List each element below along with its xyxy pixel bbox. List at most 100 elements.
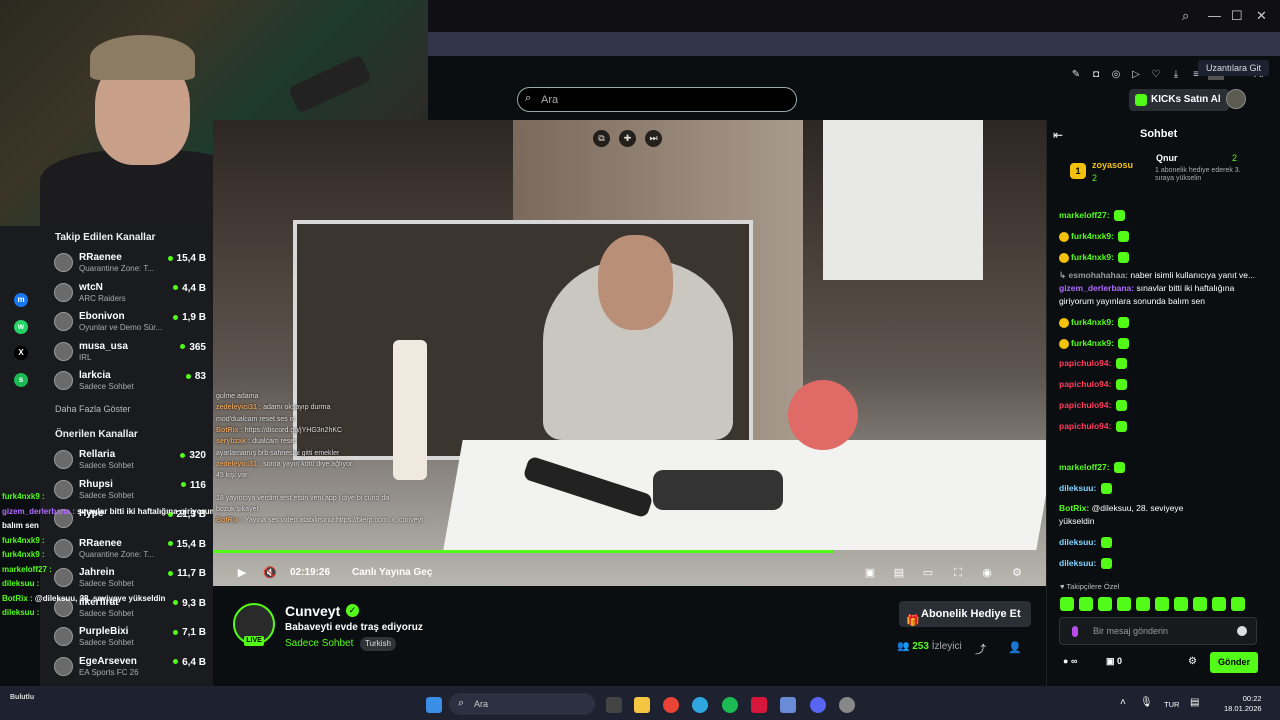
chat-placeholder: Bir mesaj gönderin [1093,626,1169,636]
chat-message: papichulo94: [1059,421,1127,433]
chat-username[interactable]: markeloff27: [1059,462,1110,472]
chat-username[interactable]: ↳ esmohahahaa: [1059,270,1128,280]
search-icon[interactable]: ⌕ [1182,8,1189,24]
chat-username[interactable]: furk4nxk9: [1071,252,1114,262]
progress-bar[interactable] [213,550,833,553]
discord-icon[interactable] [810,697,826,713]
mic-icon[interactable] [1072,626,1078,637]
taskview-icon[interactable] [606,697,622,713]
chat-username[interactable]: papichulo94: [1059,400,1111,410]
social-bar: m w X s [0,226,40,496]
chat-message: BotRix: @dileksuu, 28. seviyeye [1059,503,1183,514]
emote-icon [1118,231,1130,243]
sidebar-channel-ebonivon[interactable]: Ebonivon Oyunlar ve Demo Sür... 1,9 B [54,309,206,337]
spotify-icon[interactable] [722,697,738,713]
tray-chevron-icon[interactable]: ˄ [1120,697,1126,708]
emote-icon [1100,483,1112,495]
sidebar-channel-rellaria[interactable]: Rellaria Sadece Sohbet 320 [54,447,206,475]
messenger-icon[interactable]: m [14,293,28,307]
go-live-button[interactable]: Canlı Yayına Geç [352,567,432,578]
weather-widget[interactable]: Bulutlu [10,694,34,701]
channel-name: Rellaria [79,449,116,460]
chrome-icon[interactable] [663,697,679,713]
emoji-icon[interactable] [1237,626,1247,636]
channel-name: musa_usa [79,340,128,352]
x-icon[interactable]: X [14,346,28,360]
play-icon[interactable]: ▶ [235,566,249,580]
emote-icon [1115,379,1127,391]
channel-name: Ebonivon [79,311,125,322]
gift-sub-button[interactable]: 🎁 Abonelik Hediye Et [899,601,1031,627]
sub-badge-icon [1059,231,1069,242]
chat-username[interactable]: gizem_derlerbana: [1059,283,1134,293]
minimize-button[interactable]: — [1208,8,1221,23]
explorer-icon[interactable] [634,697,650,713]
show-more-link[interactable]: Daha Fazla Göster [55,404,131,414]
clock[interactable]: 00:22 18.01.2026 [1224,694,1262,714]
points-display[interactable]: ● ∞ [1063,656,1077,666]
chat-username[interactable]: furk4nxk9: [1071,317,1114,327]
settings-icon[interactable]: ⚙ [1010,566,1024,580]
fullscreen-icon[interactable]: ⛶ [951,566,965,580]
follow-icon[interactable]: 👤 [1008,641,1022,654]
chat-username[interactable]: markeloff27: [1059,210,1110,220]
followers-only-note: ♥ Takipçilere Özel [1060,582,1120,591]
chat-username[interactable]: papichulo94: [1059,421,1111,431]
close-button[interactable]: ✕ [1256,8,1267,24]
popout-icon[interactable]: ⧉ [593,130,610,147]
edge-icon[interactable] [692,697,708,713]
chat-settings-icon[interactable]: ⚙ [1188,656,1197,667]
quality-icon[interactable]: ◉ [980,566,994,580]
clock-date: 18.01.2026 [1224,704,1262,713]
collapse-chat-icon[interactable]: ⇤ [1053,128,1063,142]
leaderboard-count-2: 2 [1232,153,1238,163]
chat-username[interactable]: furk4nxk9: [1071,231,1114,241]
language-tag[interactable]: Turkish [360,637,396,651]
user-avatar[interactable] [1226,89,1246,109]
chat-username[interactable]: dileksuu: [1059,483,1096,493]
sidebar-channel-rraenee[interactable]: RRaenee Quarantine Zone: T... 15,4 B [54,250,206,278]
kicks-value: 0 [1117,656,1123,666]
send-button[interactable]: Gönder [1210,652,1258,673]
chat-input[interactable]: Bir mesaj gönderin [1059,617,1257,645]
sidebar-channel-wtcn[interactable]: wtcN ARC Raiders 4,4 B [54,280,206,308]
obs-icon[interactable] [839,697,855,713]
skip-icon[interactable]: ⏭ [645,130,662,147]
taskbar-search[interactable]: ⌕ Ara [449,693,595,715]
chat-username[interactable]: dileksuu: [1059,558,1096,568]
kicks-buy-button[interactable]: KICKs Satın Al [1129,89,1229,111]
stream-category[interactable]: Sadece Sohbet [285,638,353,649]
language-indicator[interactable]: TUR [1164,700,1179,709]
chat-username[interactable]: papichulo94: [1059,358,1111,368]
chat-username[interactable]: dileksuu: [1059,537,1096,547]
chat-username[interactable]: papichulo94: [1059,379,1111,389]
emote-icon [1100,537,1112,549]
chat-username[interactable]: BotRix: [1059,503,1089,513]
clip-icon[interactable]: ✚ [619,130,636,147]
chat-message: papichulo94: [1059,379,1127,391]
kicks-display[interactable]: ▣ 0 [1106,656,1122,667]
search-icon: ⌕ [458,697,465,709]
sidebar-channel-musa_usa[interactable]: musa_usa IRL 365 [54,339,206,367]
mic-tray-icon[interactable]: 🎙 [1140,697,1153,708]
sidebar-channel-larkcia[interactable]: larkcia Sadece Sohbet 83 [54,368,206,396]
start-icon[interactable] [426,697,442,713]
maximize-button[interactable]: ☐ [1231,8,1243,24]
share-icon[interactable]: ⤴ [975,641,986,657]
theater-icon[interactable]: ▭ [921,566,935,580]
chat-username[interactable]: furk4nxk9: [1071,338,1114,348]
overlay-chat-user: dileksuu : [2,608,40,617]
clip-icon[interactable]: ▤ [892,566,906,580]
miniplayer-icon[interactable]: ▣ [863,566,877,580]
mute-icon[interactable]: 🔇 [263,566,277,580]
emote-bar[interactable] [1060,597,1250,616]
search-input[interactable]: ⌕ Ara [517,87,797,112]
whatsapp-icon[interactable]: w [14,320,28,334]
app-icon[interactable] [780,697,796,713]
spotify-icon[interactable]: s [14,373,28,387]
channel-name[interactable]: Cunveyt [285,603,340,619]
network-icon[interactable]: ▤ [1190,697,1199,708]
overlay-chat: furk4nxk9 : gizem_derlerbana : sınavlar … [0,486,289,686]
opera-icon[interactable] [751,697,767,713]
video-chat-line: BotRix : Yayına ses video atabilirsiniz … [216,517,423,524]
